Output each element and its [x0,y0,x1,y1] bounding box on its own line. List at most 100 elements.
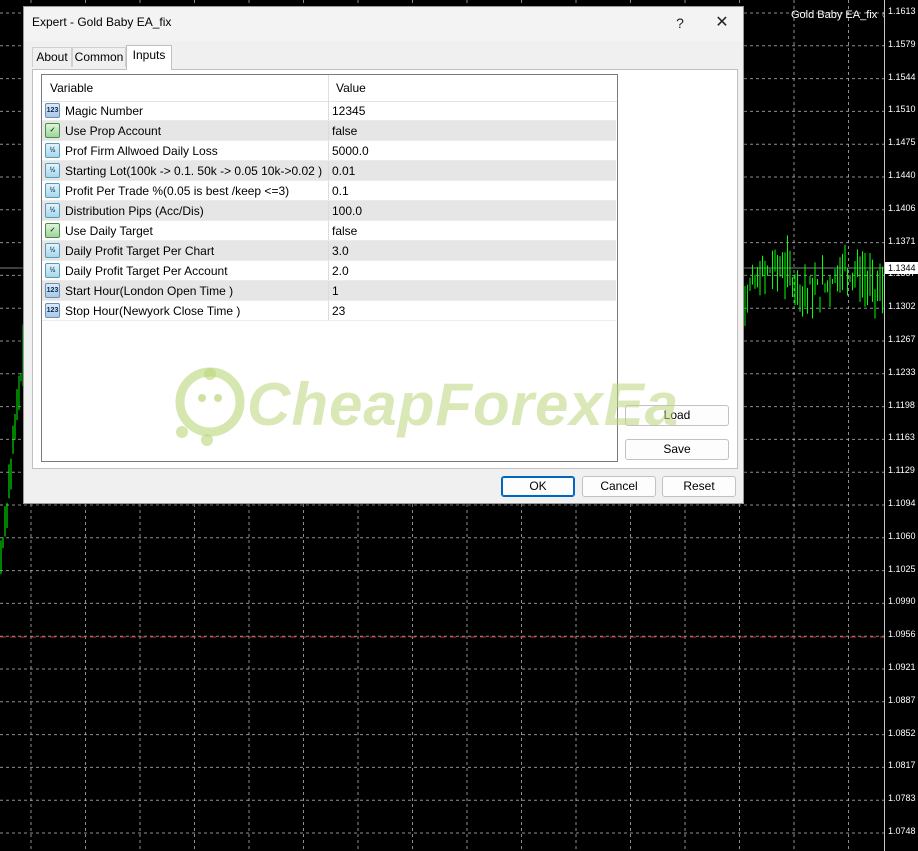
price-tick-label: 1.0990 [888,596,916,607]
column-divider [328,161,329,180]
help-icon[interactable]: ? [668,11,692,35]
price-tick-label: 1.0921 [888,662,916,672]
row-variable-name: Daily Profit Target Per Account [65,264,228,278]
price-tick-label: 1.1129 [888,465,915,476]
row-value[interactable]: false [332,124,357,138]
row-variable-name: Profit Per Trade %(0.05 is best /keep <=… [65,184,290,198]
price-axis[interactable] [884,0,918,851]
price-tick-label: 1.1094 [888,498,916,508]
close-icon[interactable]: ✕ [710,11,734,35]
row-variable-name: Use Prop Account [65,124,162,138]
table-row[interactable]: ½ Daily Profit Target Per Chart 3.0 [42,241,616,261]
bool-icon: ✓ [45,123,60,138]
row-variable-name: Prof Firm Allwoed Daily Loss [65,144,218,158]
dialog-titlebar[interactable]: Expert - Gold Baby EA_fix ? ✕ [24,7,743,41]
price-tick-label: 1.1510 [888,104,916,115]
row-variable-name: Starting Lot(100k -> 0.1. 50k -> 0.05 10… [65,164,323,178]
row-value[interactable]: 5000.0 [332,144,369,158]
price-tick-label: 1.1233 [888,366,916,377]
price-tick-label: 1.1163 [888,432,915,443]
column-divider [328,201,329,220]
price-tick-label: 1.1302 [888,301,916,312]
row-value[interactable]: 1 [332,284,339,298]
table-row[interactable]: 123 Stop Hour(Newyork Close Time ) 23 [42,301,616,321]
double-icon: ½ [45,203,60,218]
row-value[interactable]: 23 [332,304,345,318]
ok-button[interactable]: OK [501,476,575,497]
price-tick-label: 1.1475 [888,137,916,148]
column-divider [328,181,329,200]
price-tick-label: 1.1406 [888,202,916,213]
row-value[interactable]: 2.0 [332,264,349,278]
price-tick-label: 1.1613 [888,6,916,16]
tab-common[interactable]: Common [72,47,126,67]
price-tick-label: 1.0817 [888,760,916,771]
double-icon: ½ [45,163,60,178]
price-tick-label: 1.1544 [888,71,916,82]
int-icon: 123 [45,103,60,118]
column-header-variable[interactable]: Variable [50,81,93,95]
double-icon: ½ [45,263,60,278]
tab-about[interactable]: About [32,47,72,67]
price-tick-label: 1.0956 [888,629,916,640]
row-variable-name: Start Hour(London Open Time ) [65,284,234,298]
column-divider [328,141,329,160]
price-tick-label: 1.0748 [888,826,916,836]
column-divider [328,261,329,280]
row-variable-name: Stop Hour(Newyork Close Time ) [65,304,241,318]
table-row[interactable]: 123 Start Hour(London Open Time ) 1 [42,281,616,301]
column-header-value[interactable]: Value [336,81,366,95]
table-row[interactable]: ½ Starting Lot(100k -> 0.1. 50k -> 0.05 1… [42,161,616,181]
price-tick-label: 1.1440 [888,170,916,180]
table-row[interactable]: ✓ Use Daily Target false [42,221,616,241]
row-variable-name: Daily Profit Target Per Chart [65,244,215,258]
table-row[interactable]: ½ Distribution Pips (Acc/Dis) 100.0 [42,201,616,221]
row-variable-name: Magic Number [65,104,144,118]
column-divider [328,221,329,240]
price-tick-label: 1.1371 [888,235,916,246]
dialog-title: Expert - Gold Baby EA_fix [32,15,172,29]
row-value[interactable]: 12345 [332,104,365,118]
table-row[interactable]: ✓ Use Prop Account false [42,121,616,141]
table-row[interactable]: ½ Prof Firm Allwoed Daily Loss 5000.0 [42,141,616,161]
row-value[interactable]: 3.0 [332,244,349,258]
double-icon: ½ [45,143,60,158]
expert-dialog: Expert - Gold Baby EA_fix ? ✕ About Comm… [23,6,744,504]
column-divider [328,241,329,260]
table-row[interactable]: ½ Daily Profit Target Per Account 2.0 [42,261,616,281]
inputs-grid: Variable Value 123 Magic Number 12345 ✓ Use … [41,74,618,462]
double-icon: ½ [45,243,60,258]
price-tick-label: 1.1579 [888,38,916,49]
row-value[interactable]: false [332,224,357,238]
row-value[interactable]: 100.0 [332,204,362,218]
price-tick-label: 1.1198 [888,399,915,410]
double-icon: ½ [45,183,60,198]
row-value[interactable]: 0.1 [332,184,349,198]
table-row[interactable]: 123 Magic Number 12345 [42,101,616,121]
price-tick-label: 1.0852 [888,727,916,738]
reset-button[interactable]: Reset [662,476,736,497]
column-divider [328,121,329,140]
table-row[interactable]: ½ Profit Per Trade %(0.05 is best /keep <… [42,181,616,201]
row-variable-name: Use Daily Target [65,224,153,238]
column-divider [328,281,329,300]
load-button[interactable]: Load [625,405,729,426]
current-price-label: 1.1344 [885,262,918,274]
price-tick-label: 1.1025 [888,563,916,574]
bool-icon: ✓ [45,223,60,238]
column-divider [328,101,329,120]
int-icon: 123 [45,303,60,318]
cancel-button[interactable]: Cancel [582,476,656,497]
tab-inputs[interactable]: Inputs [126,45,172,70]
grid-header: Variable Value [42,75,617,102]
price-tick-label: 1.1060 [888,530,916,541]
price-tick-label: 1.0783 [888,793,916,804]
chart-title: Gold Baby EA_fix ☺ [791,9,892,21]
column-divider[interactable] [328,75,329,101]
row-value[interactable]: 0.01 [332,164,355,178]
save-button[interactable]: Save [625,439,729,460]
int-icon: 123 [45,283,60,298]
price-tick-label: 1.0887 [888,694,916,705]
price-tick-label: 1.1267 [888,334,916,344]
row-variable-name: Distribution Pips (Acc/Dis) [65,204,204,218]
